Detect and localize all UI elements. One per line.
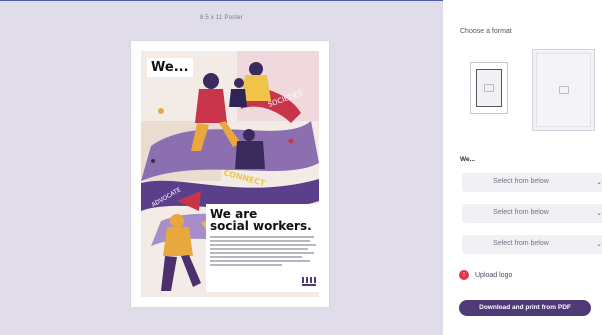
format-thumbnail [536, 53, 591, 127]
statement-select-3[interactable]: Select from below ⌄ [462, 235, 602, 254]
body-text-line [210, 260, 310, 262]
headline-line-2: social workers. [210, 219, 312, 233]
body-text-line [210, 244, 316, 246]
statement-select-2[interactable]: Select from below ⌄ [462, 204, 602, 223]
chevron-down-icon: ⌄ [596, 241, 602, 248]
format-option-large[interactable] [532, 49, 595, 131]
image-placeholder-icon [558, 86, 569, 94]
select-label: Select from below [493, 209, 549, 216]
body-text-line [210, 248, 308, 250]
preview-canvas: 8.5 x 11 Poster SOCIETIES CONNECT ADVOCA… [0, 0, 443, 335]
poster-preview: SOCIETIES CONNECT ADVOCATE We... We are … [131, 41, 329, 307]
app: 8.5 x 11 Poster SOCIETIES CONNECT ADVOCA… [0, 0, 602, 335]
upload-logo-button[interactable]: ↑ Upload logo [459, 270, 512, 280]
body-text-line [210, 264, 282, 266]
body-text-line [210, 256, 302, 258]
select-label: Select from below [493, 178, 549, 185]
poster-size-caption: 8.5 x 11 Poster [200, 15, 243, 21]
poster-headline: We are social workers. [210, 208, 312, 232]
poster-we-label: We... [147, 58, 193, 77]
format-option-small[interactable] [470, 62, 508, 114]
body-text-line [210, 236, 314, 238]
choose-format-label: Choose a format [460, 28, 512, 35]
we-section-label: We... [460, 156, 476, 163]
upload-arrow-icon: ↑ [459, 270, 469, 280]
options-panel: Choose a format We... Select from below … [443, 0, 602, 335]
body-text-line [210, 240, 310, 242]
organization-logo [302, 277, 316, 286]
body-text-line [210, 252, 314, 254]
image-placeholder-icon [484, 84, 494, 92]
poster-text-card: We are social workers. [206, 204, 322, 292]
chevron-down-icon: ⌄ [596, 179, 602, 186]
download-pdf-button[interactable]: Download and print from PDF [459, 300, 591, 316]
statement-select-1[interactable]: Select from below ⌄ [462, 173, 602, 192]
format-thumbnail [476, 69, 502, 107]
chevron-down-icon: ⌄ [596, 210, 602, 217]
upload-logo-label: Upload logo [475, 271, 513, 279]
select-label: Select from below [493, 240, 549, 247]
